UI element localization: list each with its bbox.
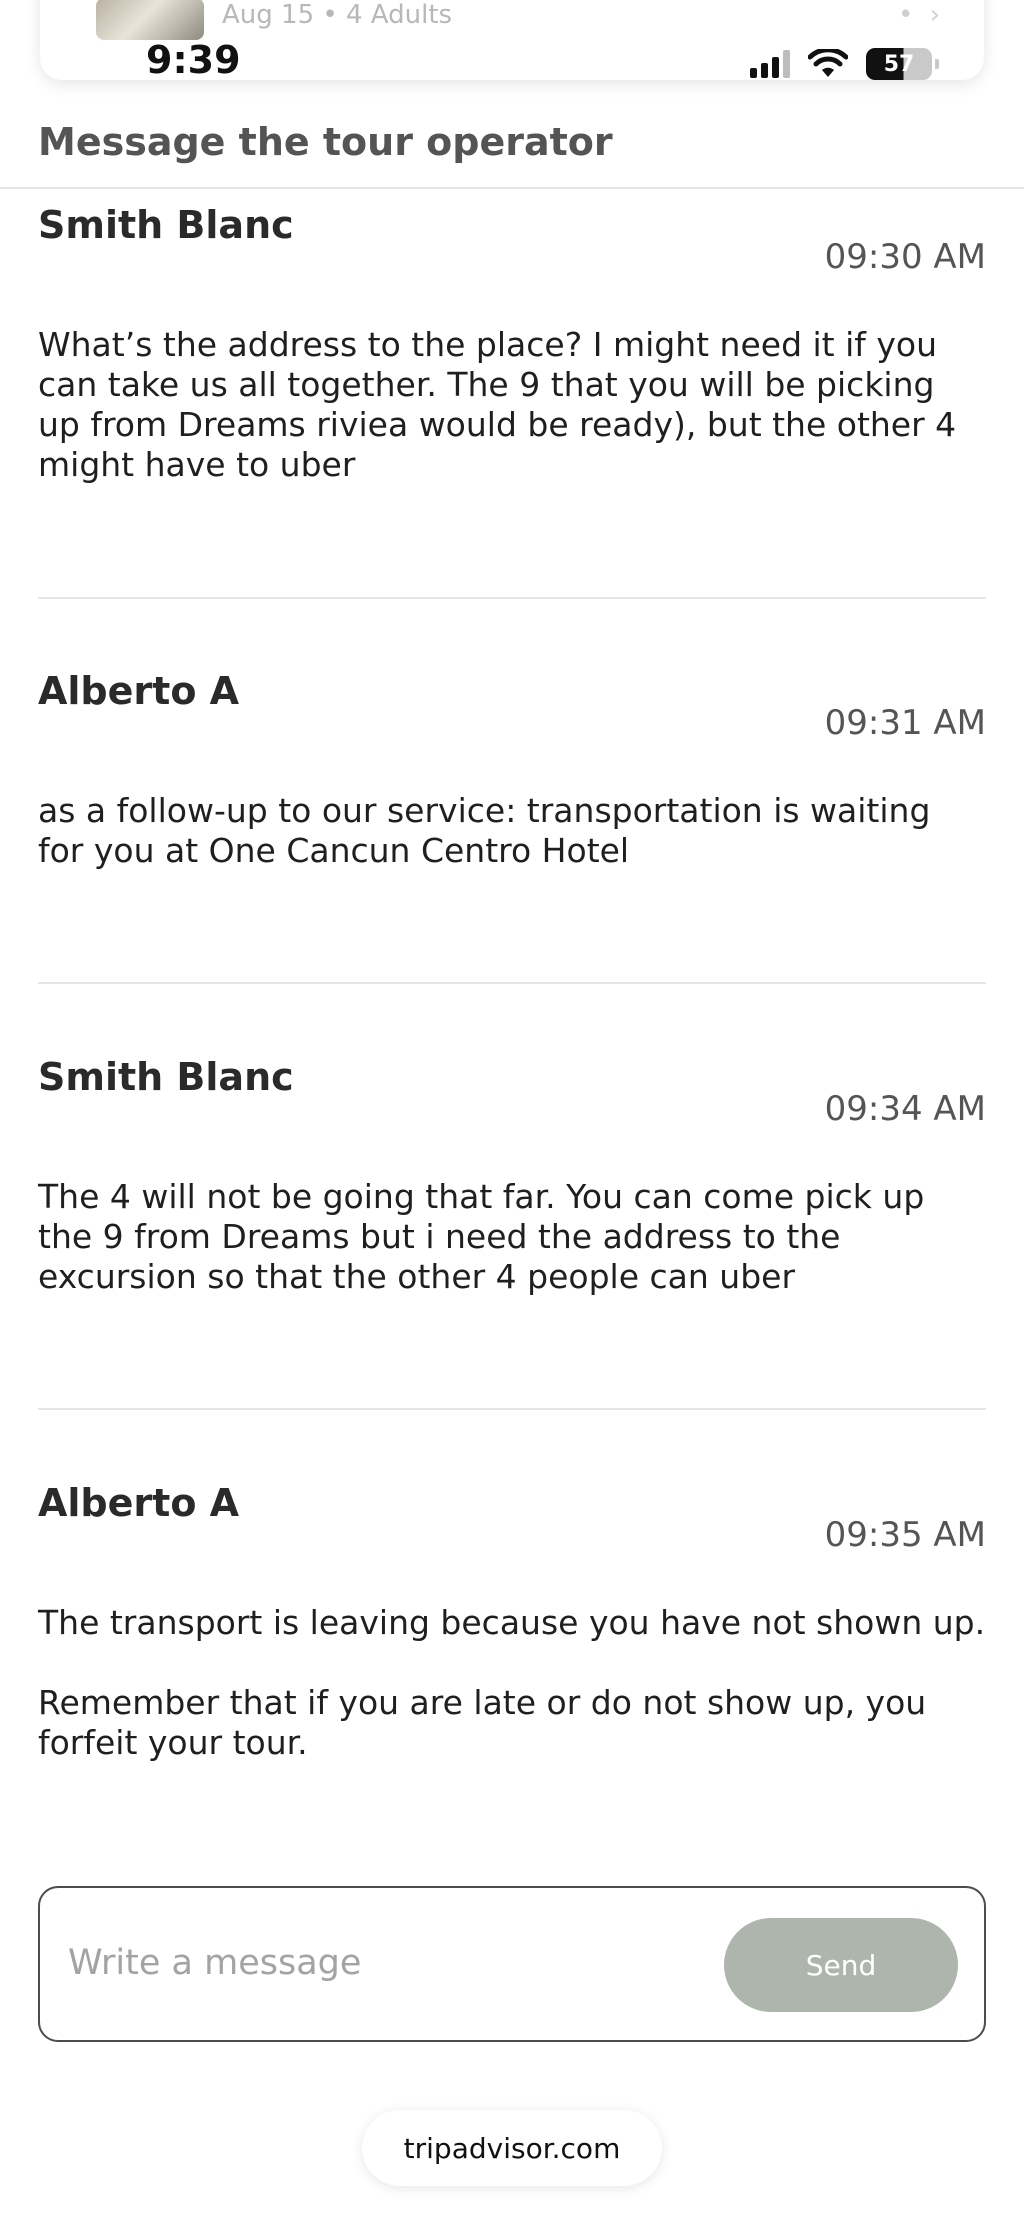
message-divider xyxy=(38,982,986,984)
status-time: 9:39 xyxy=(146,38,241,82)
message-body: What’s the address to the place? I might… xyxy=(38,325,957,484)
battery-level: 57 xyxy=(883,51,915,77)
page-title: Message the tour operator xyxy=(38,120,613,164)
message-time: 09:34 AM xyxy=(824,1089,986,1129)
battery-icon: 57 xyxy=(866,48,939,80)
send-button[interactable]: Send xyxy=(724,1918,958,2012)
message-item: Smith Blanc 09:34 AM The 4 will not be g… xyxy=(38,1055,986,1297)
wifi-icon xyxy=(808,49,848,77)
message-body: The 4 will not be going that far. You ca… xyxy=(38,1177,925,1296)
browser-domain: tripadvisor.com xyxy=(403,2131,621,2165)
tour-thumbnail xyxy=(96,0,204,40)
message-body: The transport is leaving because you hav… xyxy=(38,1603,986,1762)
message-divider xyxy=(38,597,986,599)
message-time: 09:30 AM xyxy=(824,237,986,277)
booking-meta: Aug 15 • 4 Adults xyxy=(222,0,453,30)
message-time: 09:35 AM xyxy=(824,1515,986,1555)
cellular-signal-icon xyxy=(750,50,790,78)
browser-url-bar[interactable]: tripadvisor.com xyxy=(362,2110,662,2186)
message-composer: Send xyxy=(38,1886,986,2042)
message-input[interactable] xyxy=(66,1932,710,1994)
more-options-icon[interactable]: • › xyxy=(898,0,944,30)
message-item: Alberto A 09:31 AM as a follow-up to our… xyxy=(38,669,986,871)
message-divider xyxy=(38,1408,986,1410)
message-body: as a follow-up to our service: transport… xyxy=(38,791,931,870)
message-item: Alberto A 09:35 AM The transport is leav… xyxy=(38,1481,986,1763)
status-icons: 57 xyxy=(750,48,939,80)
message-item: Smith Blanc 09:30 AM What’s the address … xyxy=(38,203,986,485)
message-time: 09:31 AM xyxy=(824,703,986,743)
message-thread[interactable]: Smith Blanc 09:30 AM What’s the address … xyxy=(0,189,1024,1849)
